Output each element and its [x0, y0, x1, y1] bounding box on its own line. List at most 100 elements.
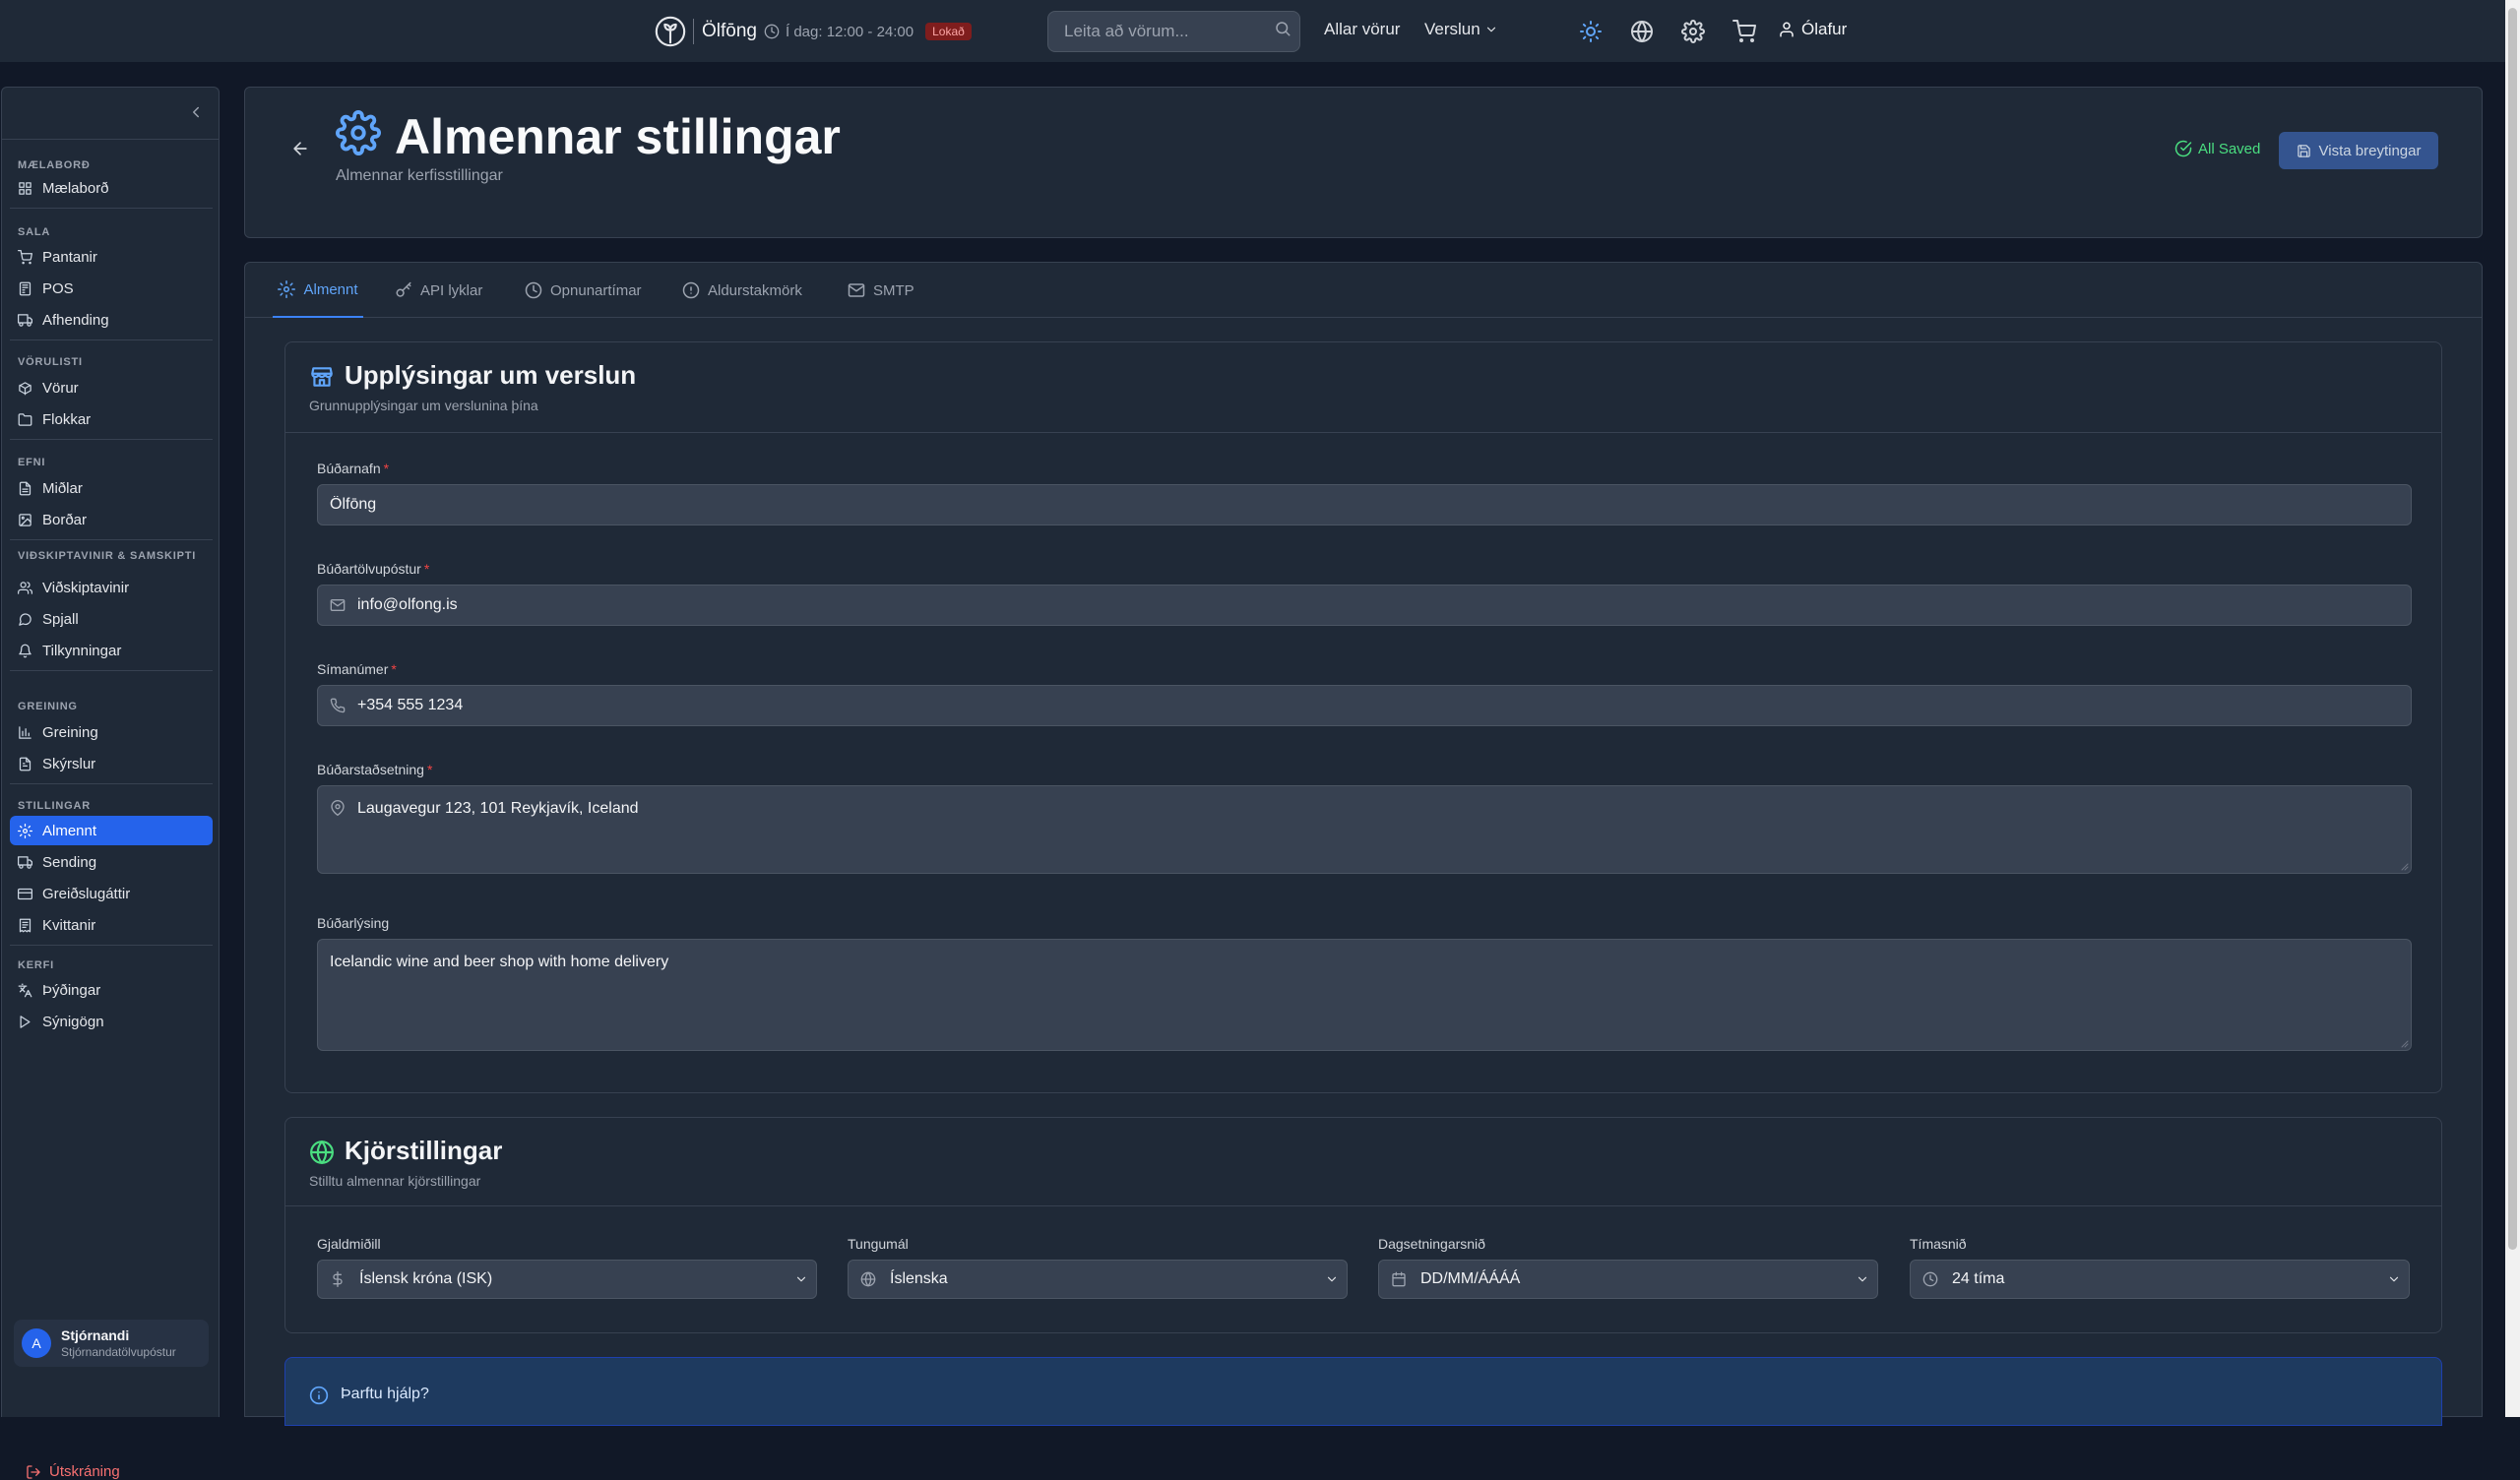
calendar-icon: [1391, 1271, 1407, 1287]
required-asterisk: *: [391, 661, 397, 677]
user-role: Stjórnandi: [61, 1327, 130, 1343]
chevron-down-icon: [1484, 23, 1498, 36]
sidebar-item-label: Kvittanir: [42, 916, 96, 934]
check-circle-icon: [2174, 140, 2192, 157]
brand-name: Ölfōng: [693, 19, 757, 44]
currency-select[interactable]: Íslensk króna (ISK): [317, 1260, 817, 1299]
sidebar-item-flokkar[interactable]: Flokkar: [10, 404, 213, 434]
sidebar-item-vörur[interactable]: Vörur: [10, 373, 213, 402]
section-title: Upplýsingar um verslun: [345, 360, 637, 390]
language-label: Tungumál: [848, 1236, 909, 1252]
required-asterisk: *: [426, 762, 433, 777]
sidebar-item-borðar[interactable]: Borðar: [10, 505, 213, 534]
sidebar-divider: [10, 339, 213, 340]
time-format-select[interactable]: 24 tíma: [1910, 1260, 2410, 1299]
sidebar-item-pos[interactable]: POS: [10, 274, 213, 303]
page-title: Almennar stillingar: [395, 109, 841, 164]
user-icon: [1778, 21, 1796, 38]
nav-all-products[interactable]: Allar vörur: [1324, 20, 1400, 39]
sidebar-item-label: Sending: [42, 853, 97, 871]
tab-api-keys[interactable]: API lyklar: [395, 263, 482, 318]
resize-handle-icon[interactable]: [2399, 1038, 2409, 1048]
label-text: Símanúmer: [317, 661, 389, 677]
back-arrow-icon[interactable]: [290, 139, 310, 158]
sidebar-item-sending[interactable]: Sending: [10, 847, 213, 877]
truck-icon: [18, 313, 32, 328]
save-changes-button[interactable]: Vista breytingar: [2279, 132, 2438, 169]
sidebar-item-mælaborð[interactable]: Mælaborð: [10, 173, 213, 203]
address-textarea[interactable]: Laugavegur 123, 101 Reykjavík, Iceland: [318, 786, 2411, 873]
currency-label: Gjaldmiðill: [317, 1236, 381, 1252]
sidebar-section-title: SALA: [18, 226, 51, 238]
sidebar-divider: [2, 139, 219, 140]
search-input[interactable]: [1048, 12, 1299, 51]
tab-age-limits[interactable]: Aldurstakmörk: [682, 263, 802, 318]
tab-general[interactable]: Almennt: [273, 263, 363, 318]
chevron-down-icon: [2387, 1272, 2401, 1286]
chevron-down-icon: [794, 1272, 808, 1286]
sidebar-item-greiðslugáttir[interactable]: Greiðslugáttir: [10, 879, 213, 908]
sidebar-item-label: Almennt: [42, 822, 97, 839]
settings-gear-icon[interactable]: [1681, 20, 1705, 43]
tab-label: Almennt: [303, 280, 358, 298]
theme-toggle-sun-icon[interactable]: [1579, 20, 1603, 43]
logout-icon: [26, 1464, 41, 1480]
required-asterisk: *: [383, 461, 390, 476]
scrollbar-thumb[interactable]: [2508, 8, 2517, 1250]
description-textarea[interactable]: Icelandic wine and beer shop with home d…: [318, 940, 2411, 1050]
date-format-select[interactable]: DD/MM/ÁÁÁÁ: [1378, 1260, 1878, 1299]
tab-opening-hours[interactable]: Opnunartímar: [525, 263, 642, 318]
user-menu[interactable]: Ólafur: [1778, 20, 1847, 39]
sidebar-item-viðskiptavinir[interactable]: Viðskiptavinir: [10, 573, 213, 602]
tab-label: API lyklar: [420, 281, 483, 299]
language-globe-icon[interactable]: [1630, 20, 1654, 43]
resize-handle-icon[interactable]: [2399, 861, 2409, 871]
collapse-sidebar-icon[interactable]: [187, 103, 205, 121]
dashboard-icon: [18, 181, 32, 196]
store-email-input[interactable]: [346, 586, 2411, 625]
sidebar-item-afhending[interactable]: Afhending: [10, 305, 213, 335]
sidebar-item-skýrslur[interactable]: Skýrslur: [10, 749, 213, 778]
brand-logo[interactable]: Ölfōng: [654, 14, 757, 49]
store-info-section: Upplýsingar um verslun Grunnupplýsingar …: [284, 341, 2442, 1093]
sidebar-item-label: Spjall: [42, 610, 79, 628]
tab-smtp[interactable]: SMTP: [848, 263, 914, 318]
store-name-input[interactable]: [318, 485, 2411, 524]
phone-input[interactable]: [346, 686, 2411, 725]
sidebar-item-kvittanir[interactable]: Kvittanir: [10, 910, 213, 940]
logout-button[interactable]: Útskráning: [26, 1463, 120, 1480]
cart-icon: [18, 249, 32, 265]
label-text: Búðarstaðsetning: [317, 762, 424, 777]
sidebar-item-sýnigögn[interactable]: Sýnigögn: [10, 1007, 213, 1036]
sidebar-item-þýðingar[interactable]: Þýðingar: [10, 975, 213, 1005]
cart-icon[interactable]: [1732, 20, 1756, 43]
sidebar-item-label: Afhending: [42, 311, 109, 329]
sidebar-item-almennt[interactable]: Almennt: [10, 816, 213, 845]
sidebar-user-card[interactable]: A Stjórnandi Stjórnandatölvupóstur: [14, 1320, 209, 1367]
sidebar-item-tilkynningar[interactable]: Tilkynningar: [10, 636, 213, 665]
sidebar-divider: [10, 945, 213, 946]
nav-shop-dropdown[interactable]: Verslun: [1424, 20, 1498, 39]
gear-icon: [278, 280, 296, 298]
sidebar-item-label: POS: [42, 279, 74, 297]
label-text: Búðarnafn: [317, 461, 381, 476]
search-icon[interactable]: [1274, 20, 1292, 37]
sidebar-item-label: Flokkar: [42, 410, 92, 428]
sidebar: MÆLABORÐ Mælaborð SALA Pantanir POS Afhending…: [1, 87, 220, 1480]
help-title: Þarftu hjálp?: [341, 1386, 429, 1402]
sidebar-item-label: Skýrslur: [42, 755, 96, 772]
sidebar-item-pantanir[interactable]: Pantanir: [10, 242, 213, 272]
language-select[interactable]: Íslenska: [848, 1260, 1348, 1299]
phone-field: [317, 685, 2412, 726]
sidebar-item-miðlar[interactable]: Miðlar: [10, 473, 213, 503]
sidebar-divider: [10, 670, 213, 671]
mail-icon: [330, 597, 346, 613]
page-scrollbar[interactable]: [2505, 0, 2520, 1417]
sidebar-section-title: VÖRULISTI: [18, 356, 83, 368]
status-badge: Lokað: [925, 23, 972, 40]
sidebar-item-greining[interactable]: Greining: [10, 717, 213, 747]
sidebar-item-label: Mælaborð: [42, 179, 109, 197]
file-icon: [18, 481, 32, 496]
alert-circle-icon: [682, 281, 700, 299]
sidebar-item-spjall[interactable]: Spjall: [10, 604, 213, 634]
